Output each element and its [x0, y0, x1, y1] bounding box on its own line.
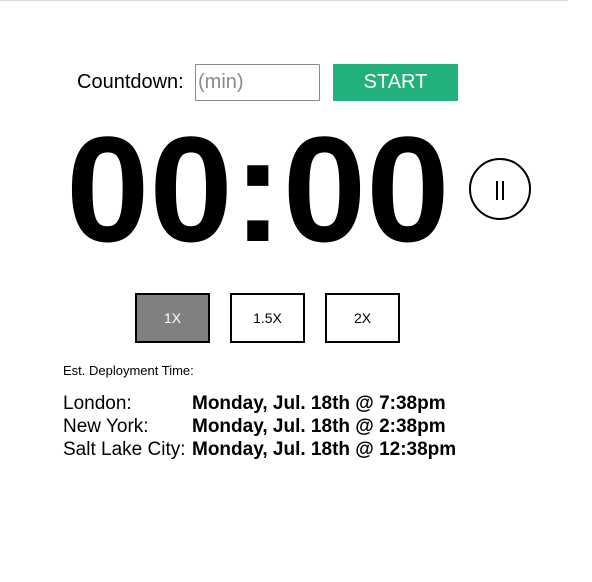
zone-city: New York: [63, 416, 149, 437]
zone-row-new-york: New York: Monday, Jul. 18th @ 2:38pm [63, 415, 456, 438]
zone-time: Monday, Jul. 18th @ 7:38pm [192, 393, 446, 414]
countdown-label: Countdown: [77, 71, 184, 93]
deployment-time-label: Est. Deployment Time: [63, 363, 194, 378]
zone-row-london: London: Monday, Jul. 18th @ 7:38pm [63, 392, 456, 415]
countdown-page: Countdown: START 00:00 1X 1.5X 2X Est. D… [0, 0, 592, 582]
speed-2x-button[interactable]: 2X [325, 293, 400, 343]
zone-city: Salt Lake City: [63, 439, 186, 460]
zone-row-salt-lake-city: Salt Lake City: Monday, Jul. 18th @ 12:3… [63, 438, 456, 461]
top-divider [0, 0, 568, 1]
pause-bar-right [502, 181, 504, 200]
speed-1-5x-button[interactable]: 1.5X [230, 293, 305, 343]
deployment-zone-list: London: Monday, Jul. 18th @ 7:38pm New Y… [63, 392, 456, 461]
start-button[interactable]: START [333, 64, 458, 101]
zone-city: London: [63, 393, 132, 414]
pause-button[interactable] [469, 158, 531, 220]
zone-time: Monday, Jul. 18th @ 12:38pm [192, 439, 457, 460]
speed-1x-button[interactable]: 1X [135, 293, 210, 343]
pause-bar-left [496, 181, 498, 200]
timer-display: 00:00 [66, 105, 450, 273]
zone-time: Monday, Jul. 18th @ 2:38pm [192, 416, 446, 437]
minutes-input[interactable] [195, 64, 320, 101]
